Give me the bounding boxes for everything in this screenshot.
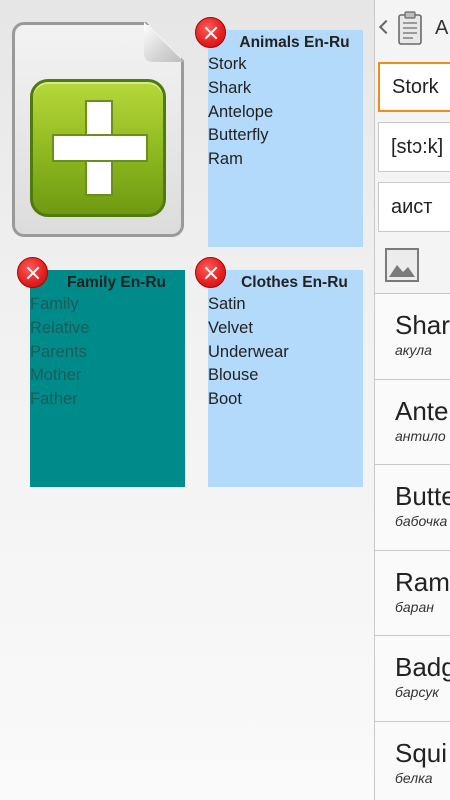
deck-word: Stork (208, 55, 247, 73)
delete-deck-clothes-icon[interactable] (195, 257, 226, 288)
plus-icon (30, 79, 166, 217)
translation-input[interactable]: аист (378, 182, 450, 232)
word-list: Shar акула Ante антило Butte бабочка Ram… (375, 294, 450, 800)
edit-drawer: A Stork [stɔ:k] аист Shar акула Ante ант… (374, 0, 450, 800)
deck-word: Ram (208, 150, 243, 169)
list-item-word: Shar (395, 310, 450, 340)
delete-deck-animals-icon[interactable] (195, 17, 226, 48)
list-item[interactable]: Squi белка (375, 721, 450, 800)
drawer-title: A (435, 17, 449, 39)
deck-title: Animals En-Ru (239, 34, 350, 51)
deck-word: Antelope (208, 102, 274, 121)
deck-word: Relative (30, 318, 90, 337)
transcription-input[interactable]: [stɔ:k] (378, 122, 450, 172)
list-item-translation: барсук (395, 684, 439, 700)
deck-card-clothes[interactable]: Clothes En-Ru Satin Velvet Underwear Blo… (208, 270, 363, 487)
deck-card-family[interactable]: Family En-Ru Family Relative Parents Mot… (30, 270, 185, 487)
image-icon[interactable] (385, 248, 419, 282)
add-deck-button[interactable] (12, 22, 184, 237)
deck-word: Parents (30, 342, 87, 361)
list-item-word: Squi (395, 737, 448, 768)
list-item-translation: баран (395, 598, 434, 615)
deck-word-list: Satin Velvet Underwear Blouse Boot (208, 293, 363, 412)
list-item-word: Ante (395, 395, 449, 426)
drawer-action-bar: A (375, 0, 450, 56)
deck-word: Family (30, 295, 79, 313)
list-item[interactable]: Ram баран (375, 550, 450, 636)
deck-title: Clothes En-Ru (241, 274, 348, 291)
deck-word-list: Stork Shark Antelope Butterfly Ram (208, 53, 363, 172)
list-item-word: Badg (395, 652, 450, 682)
deck-title: Family En-Ru (66, 274, 167, 291)
list-item-translation: белка (395, 769, 433, 786)
list-item[interactable]: Shar акула (375, 294, 450, 380)
deck-card-animals[interactable]: Animals En-Ru Stork Shark Antelope Butte… (208, 30, 363, 247)
delete-deck-family-icon[interactable] (17, 257, 48, 288)
list-item-translation: акула (395, 342, 432, 358)
deck-word: Velvet (208, 318, 253, 337)
deck-word: Shark (208, 78, 252, 97)
list-item[interactable]: Badg барсук (375, 636, 450, 722)
list-item-word: Butte (395, 481, 450, 511)
list-item-translation: бабочка (395, 513, 448, 529)
document-fold (144, 22, 184, 62)
deck-word: Underwear (208, 342, 289, 361)
clipboard-icon[interactable] (397, 10, 423, 46)
word-input[interactable]: Stork (378, 62, 450, 112)
list-item[interactable]: Ante антило (375, 379, 450, 465)
deck-word: Satin (208, 295, 246, 313)
deck-word: Blouse (208, 366, 259, 385)
list-item-word: Ram (395, 566, 450, 597)
deck-word: Boot (208, 390, 242, 409)
list-item-translation: антило (395, 427, 446, 444)
list-item[interactable]: Butte бабочка (375, 465, 450, 551)
deck-word: Mother (30, 366, 82, 385)
deck-word-list: Family Relative Parents Mother Father (30, 293, 185, 412)
deck-word: Father (30, 390, 78, 409)
deck-word: Butterfly (208, 126, 269, 145)
back-chevron-icon[interactable] (378, 19, 394, 35)
